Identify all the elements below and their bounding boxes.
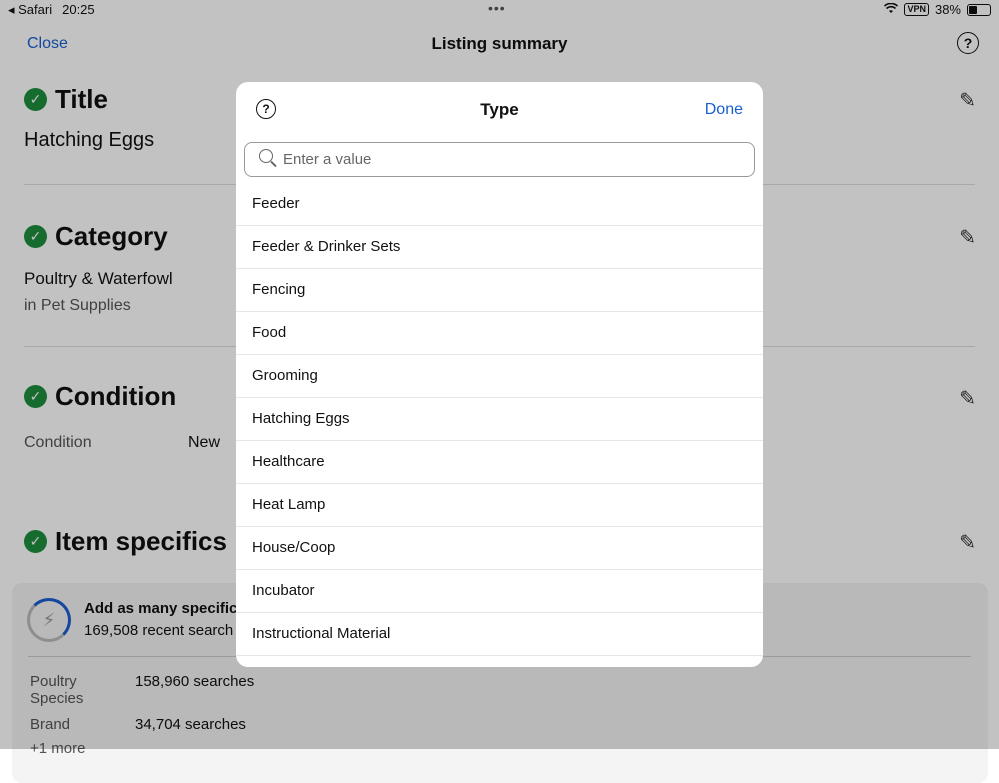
list-item[interactable]: Fencing [236,269,763,312]
type-options-list: Feeder Feeder & Drinker Sets Fencing Foo… [236,183,763,656]
list-item[interactable]: Food [236,312,763,355]
search-icon [259,149,273,163]
type-picker-modal: ? Type Done Feeder Feeder & Drinker Sets… [236,82,763,667]
search-input[interactable] [281,143,745,176]
done-button[interactable]: Done [705,101,743,119]
list-item[interactable]: Hatching Eggs [236,398,763,441]
list-item[interactable]: Incubator [236,570,763,613]
list-item[interactable]: Heat Lamp [236,484,763,527]
list-item[interactable]: Feeder & Drinker Sets [236,226,763,269]
list-item[interactable]: Feeder [236,183,763,226]
list-item[interactable]: House/Coop [236,527,763,570]
search-box [244,142,755,177]
modal-title: Type [480,100,519,119]
list-item[interactable]: Healthcare [236,441,763,484]
list-item[interactable]: Instructional Material [236,613,763,656]
list-item[interactable]: Grooming [236,355,763,398]
